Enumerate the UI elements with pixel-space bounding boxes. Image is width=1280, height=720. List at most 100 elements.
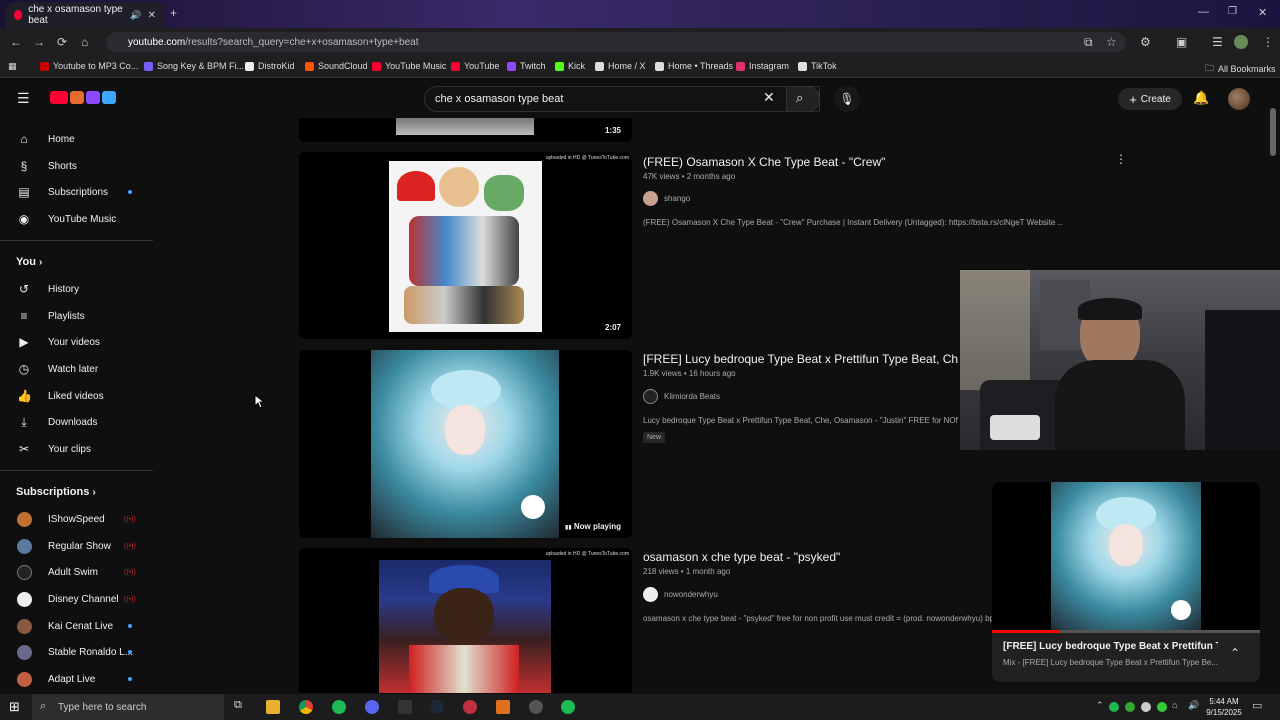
bookmark-x[interactable]: Home / X: [595, 61, 646, 71]
tab-search-icon[interactable]: ☰: [1212, 35, 1223, 49]
bookmark-soundcloud[interactable]: SoundCloud: [305, 61, 368, 71]
back-icon[interactable]: ←: [10, 35, 22, 49]
file-explorer-icon[interactable]: [266, 700, 280, 714]
volume-icon[interactable]: 🔊: [1188, 700, 1199, 711]
subscription-item[interactable]: Regular Show ((•)): [0, 534, 155, 558]
epic-games-icon[interactable]: [398, 700, 412, 714]
more-options-icon[interactable]: ⋮: [1115, 152, 1127, 166]
sidebar-item-your-videos[interactable]: ▶ Your videos: [0, 330, 155, 354]
discord-icon[interactable]: [365, 700, 379, 714]
apps-grid-icon[interactable]: ▦: [8, 61, 17, 72]
fl-studio-icon[interactable]: [496, 700, 510, 714]
miniplayer-video[interactable]: [992, 482, 1260, 632]
subscription-item[interactable]: Kai Cenat Live: [0, 614, 155, 638]
subscription-item[interactable]: Stable Ronaldo L...: [0, 640, 155, 664]
video-title[interactable]: [FREE] Lucy bedroque Type Beat x Prettif…: [643, 352, 958, 366]
sidebar-item-subscriptions[interactable]: ▤ Subscriptions: [0, 180, 155, 204]
channel-link[interactable]: shango: [643, 191, 690, 206]
tray-spotify-icon[interactable]: [1109, 702, 1119, 712]
sidebar-item-liked-videos[interactable]: 👍 Liked videos: [0, 384, 155, 408]
address-bar[interactable]: youtube.com/results?search_query=che+x+o…: [106, 32, 1126, 52]
home-icon[interactable]: ⌂: [81, 35, 88, 49]
account-avatar[interactable]: [1228, 88, 1250, 110]
obs-icon[interactable]: [529, 700, 543, 714]
tray-chevron-up-icon[interactable]: ⌃: [1096, 700, 1104, 711]
reload-icon[interactable]: ⟳: [57, 35, 67, 49]
subscriptions-heading[interactable]: Subscriptions ›: [16, 486, 96, 498]
voice-search-icon[interactable]: 🎙: [834, 86, 860, 112]
app-icon[interactable]: [463, 700, 477, 714]
speaker-icon[interactable]: 🔊: [130, 10, 141, 21]
bookmark-instagram[interactable]: Instagram: [736, 61, 789, 71]
video-thumbnail[interactable]: uploaded in HD @ TunesToTube.com 2:07: [299, 152, 632, 339]
chrome-icon[interactable]: [299, 700, 313, 714]
sidebar-item-home[interactable]: ⌂ Home: [0, 127, 155, 151]
channel-link[interactable]: Klimiorda Beats: [643, 389, 720, 404]
subscription-item[interactable]: IShowSpeed ((•)): [0, 507, 155, 531]
close-tab-icon[interactable]: ✕: [148, 10, 156, 21]
sidebar-item-playlists[interactable]: ≡ Playlists: [0, 304, 155, 328]
sidebar-item-watch-later[interactable]: ◷ Watch later: [0, 357, 155, 381]
steam-icon[interactable]: [430, 700, 444, 714]
forward-icon[interactable]: →: [33, 35, 45, 49]
bookmark-twitch[interactable]: Twitch: [507, 61, 546, 71]
tray-app-icon[interactable]: [1125, 702, 1135, 712]
sidebar-item-youtube-music[interactable]: ◉ YouTube Music: [0, 207, 155, 231]
subscription-item[interactable]: Disney Channel ((•)): [0, 587, 155, 611]
task-view-icon[interactable]: ⧉: [234, 699, 242, 712]
bookmark-youtube[interactable]: YouTube: [451, 61, 499, 71]
expand-chevron-up-icon[interactable]: ⌃: [1230, 646, 1240, 660]
you-heading[interactable]: You ›: [16, 256, 42, 268]
tray-mic-icon[interactable]: [1141, 702, 1151, 712]
extensions-icon[interactable]: ⚙: [1140, 35, 1151, 49]
search-input[interactable]: che x osamason type beat: [424, 86, 820, 112]
sidebar-item-downloads[interactable]: ⤓ Downloads: [0, 410, 155, 434]
search-button[interactable]: ⌕: [786, 86, 820, 112]
bookmark-threads[interactable]: Home • Threads: [655, 61, 733, 71]
video-title[interactable]: (FREE) Osamason X Che Type Beat - "Crew": [643, 155, 885, 169]
subscription-item[interactable]: Adult Swim ((•)): [0, 560, 155, 584]
channel-link[interactable]: nowonderwhyu: [643, 587, 718, 602]
clear-search-icon[interactable]: ✕: [763, 89, 775, 106]
bookmark-song-key[interactable]: Song Key & BPM Fi...: [144, 61, 244, 71]
hamburger-menu-icon[interactable]: ☰: [17, 90, 30, 107]
system-clock[interactable]: 5:44 AM 9/15/2025: [1204, 696, 1244, 718]
video-thumbnail[interactable]: 1:35: [299, 118, 632, 142]
bookmark-youtube-mp3[interactable]: Youtube to MP3 Co...: [40, 61, 138, 71]
bookmark-star-icon[interactable]: ☆: [1106, 35, 1117, 49]
miniplayer[interactable]: [FREE] Lucy bedroque Type Beat x Prettif…: [992, 482, 1260, 682]
install-app-icon[interactable]: ⧉: [1084, 35, 1093, 50]
tray-nvidia-icon[interactable]: [1157, 702, 1167, 712]
maximize-icon[interactable]: ❐: [1228, 6, 1237, 17]
minimize-icon[interactable]: —: [1198, 6, 1209, 18]
bookmark-distrokid[interactable]: DistroKid: [245, 61, 295, 71]
notification-center-icon[interactable]: ▭: [1252, 699, 1262, 712]
windows-start-icon[interactable]: ⊞: [9, 699, 20, 715]
profile-icon[interactable]: [1234, 35, 1248, 49]
video-thumbnail[interactable]: uploaded in HD @ TunesToTube.com: [299, 548, 632, 693]
network-icon[interactable]: ⌂: [1172, 700, 1177, 710]
sidebar-item-shorts[interactable]: § Shorts: [0, 154, 155, 178]
miniplayer-progress-bar[interactable]: [992, 630, 1260, 633]
spotify-icon[interactable]: [561, 700, 575, 714]
bookmark-youtube-music[interactable]: YouTube Music: [372, 61, 446, 71]
sidebar-item-your-clips[interactable]: ✂ Your clips: [0, 437, 155, 461]
page-scrollbar[interactable]: [1270, 108, 1276, 156]
spotify-icon[interactable]: [332, 700, 346, 714]
video-title[interactable]: osamason x che type beat - "psyked": [643, 550, 840, 564]
bookmark-tiktok[interactable]: TikTok: [798, 61, 837, 71]
create-button[interactable]: + Create: [1118, 88, 1182, 110]
notifications-bell-icon[interactable]: 🔔: [1193, 90, 1209, 106]
bookmark-kick[interactable]: Kick: [555, 61, 585, 71]
close-window-icon[interactable]: ✕: [1258, 6, 1267, 19]
taskbar-search[interactable]: ⌕ Type here to search: [32, 694, 224, 720]
youtube-logo[interactable]: [50, 91, 116, 104]
sidebar-item-history[interactable]: ↺ History: [0, 277, 155, 301]
side-panel-icon[interactable]: ▣: [1176, 35, 1187, 49]
all-bookmarks-folder[interactable]: 🗀 All Bookmarks: [1205, 61, 1276, 77]
browser-tab[interactable]: che x osamason type beat 🔊 ✕: [6, 2, 164, 28]
video-thumbnail[interactable]: ▮▮ Now playing: [299, 350, 632, 538]
chrome-menu-icon[interactable]: ⋮: [1262, 35, 1274, 49]
new-tab-icon[interactable]: +: [170, 6, 177, 20]
subscription-item[interactable]: Adapt Live: [0, 667, 155, 691]
